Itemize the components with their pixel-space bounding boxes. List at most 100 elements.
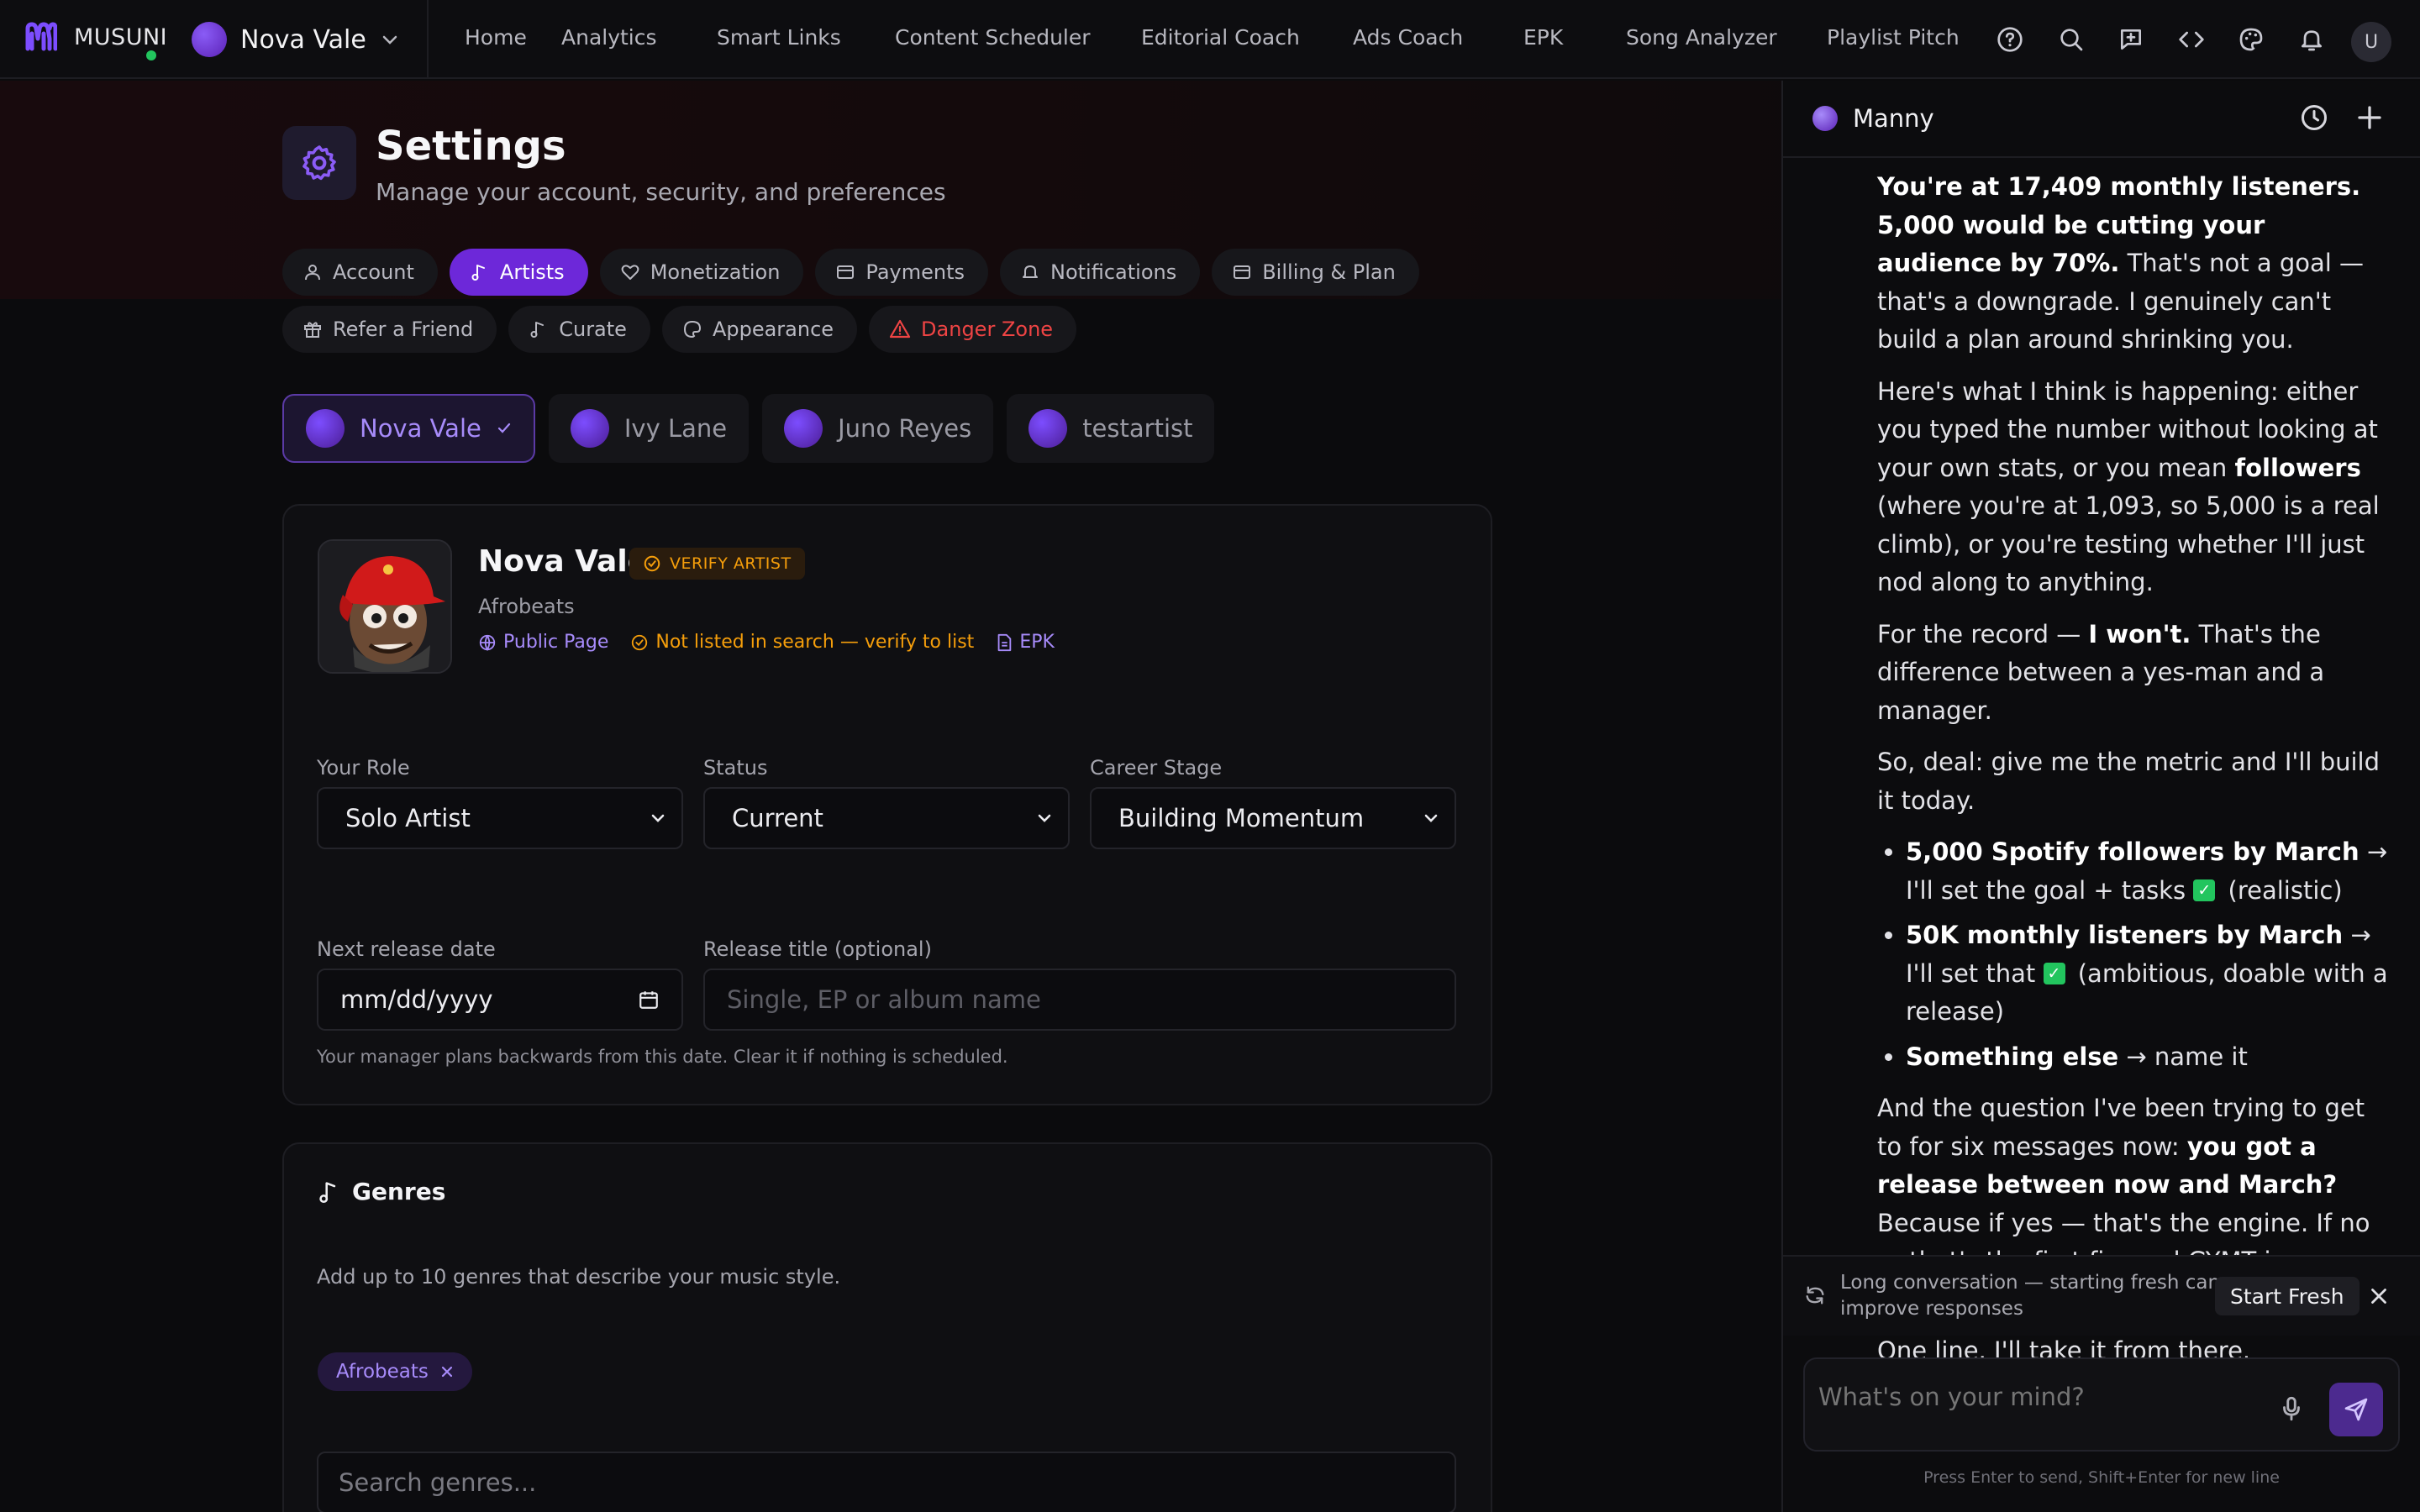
music-note-icon (471, 265, 485, 281)
nav-link-epk[interactable]: EPK (1523, 25, 1563, 50)
music-note-icon (319, 1181, 336, 1203)
release-date-value: mm/dd/yyyy (340, 985, 493, 1014)
genre-search-input[interactable]: Search genres... (317, 1452, 1456, 1512)
message-emphasis: 50K monthly listeners by March (1906, 921, 2344, 949)
check-circle-icon (644, 555, 660, 572)
list-item: 50K monthly listeners by March → I'll se… (1906, 916, 2395, 1032)
chat-input[interactable] (1818, 1383, 2238, 1411)
nav-link-analytics[interactable]: Analytics (561, 25, 657, 50)
role-select[interactable]: Solo Artist (317, 787, 683, 849)
tab-curate[interactable]: Curate (508, 306, 650, 353)
history-icon[interactable] (2299, 102, 2329, 133)
message-text: For the record — (1877, 619, 2089, 648)
search-icon[interactable] (2055, 24, 2087, 55)
artist-pill-label: Nova Vale (360, 414, 481, 443)
search-status-label: Not listed in search — verify to list (655, 632, 975, 653)
artist-pill-ivy-lane[interactable]: Ivy Lane (548, 394, 750, 463)
nav-link-ads-coach[interactable]: Ads Coach (1353, 25, 1463, 50)
chevron-down-icon (651, 814, 665, 822)
user-avatar[interactable]: U (2351, 22, 2391, 62)
release-date-input[interactable]: mm/dd/yyyy (317, 969, 683, 1031)
release-title-label: Release title (optional) (703, 937, 932, 961)
credit-card-icon (1234, 265, 1251, 279)
nav-link-content-scheduler[interactable]: Content Scheduler (895, 25, 1091, 50)
verify-artist-badge[interactable]: VERIFY ARTIST (629, 548, 805, 580)
check-circle-icon (632, 634, 648, 650)
settings-tabs-row-1: Account Artists Monetization Payments No… (282, 249, 1419, 296)
tab-artists[interactable]: Artists (449, 249, 588, 296)
send-button[interactable] (2329, 1383, 2383, 1436)
epk-label: EPK (1019, 632, 1055, 653)
verify-to-list-link[interactable]: Not listed in search — verify to list (630, 632, 974, 653)
new-chat-plus-icon[interactable] (2354, 102, 2385, 133)
career-stage-value: Building Momentum (1118, 804, 1365, 832)
release-title-input[interactable]: Single, EP or album name (703, 969, 1456, 1031)
tab-label: Danger Zone (921, 318, 1054, 341)
artist-pill-testartist[interactable]: testartist (1007, 394, 1215, 463)
artist-name: Nova Vale (478, 544, 649, 579)
tab-label: Refer a Friend (333, 318, 474, 341)
genre-search-placeholder: Search genres... (339, 1468, 537, 1497)
code-icon[interactable] (2175, 24, 2207, 55)
tab-appearance[interactable]: Appearance (661, 306, 858, 353)
check-emoji-icon: ✓ (2043, 962, 2065, 984)
message-emphasis: 5,000 Spotify followers by March (1906, 837, 2360, 866)
artist-genre: Afrobeats (478, 595, 575, 618)
artist-pill-juno-reyes[interactable]: Juno Reyes (762, 394, 994, 463)
public-page-link[interactable]: Public Page (478, 632, 608, 653)
help-circle-icon[interactable] (1994, 24, 2026, 55)
artist-profile-image[interactable] (318, 539, 452, 674)
tab-billing-plan[interactable]: Billing & Plan (1212, 249, 1419, 296)
artist-pill-nova-vale[interactable]: Nova Vale (282, 394, 535, 463)
message-emphasis: followers (2234, 453, 2361, 482)
nav-link-smart-links[interactable]: Smart Links (717, 25, 841, 50)
microphone-icon[interactable] (2277, 1394, 2306, 1423)
nav-link-playlist-pitch[interactable]: Playlist Pitch (1827, 25, 1960, 50)
nav-link-home[interactable]: Home (465, 25, 527, 50)
close-icon[interactable] (440, 1365, 454, 1378)
close-icon[interactable] (2366, 1284, 2391, 1309)
nav-link-song-analyzer[interactable]: Song Analyzer (1626, 25, 1777, 50)
message-paragraph: Here's what I think is happening: either… (1877, 373, 2395, 602)
globe-icon (479, 634, 496, 651)
artist-pill-label: Ivy Lane (623, 414, 728, 443)
settings-gear-icon (282, 126, 356, 200)
career-stage-label: Career Stage (1090, 756, 1223, 780)
nav-link-editorial-coach[interactable]: Editorial Coach (1141, 25, 1300, 50)
tab-notifications[interactable]: Notifications (1000, 249, 1201, 296)
palette-icon[interactable] (2235, 24, 2267, 55)
artist-avatar (784, 409, 823, 448)
nav-divider (427, 0, 429, 79)
credit-card-icon (837, 265, 855, 279)
genres-title: Genres (352, 1178, 446, 1205)
tab-payments[interactable]: Payments (815, 249, 988, 296)
artist-selector: Nova Vale Ivy Lane Juno Reyes testartist (282, 394, 1215, 463)
page-title: Settings (376, 123, 566, 170)
assistant-name: Manny (1853, 104, 1934, 133)
artist-avatar (570, 409, 609, 448)
tab-danger-zone[interactable]: Danger Zone (869, 306, 1077, 353)
feedback-icon[interactable] (2115, 24, 2147, 55)
epk-link[interactable]: EPK (996, 632, 1055, 653)
brand[interactable]: MUSUNI (25, 22, 167, 52)
tab-monetization[interactable]: Monetization (599, 249, 804, 296)
bell-icon[interactable] (2296, 24, 2328, 55)
status-select[interactable]: Current (703, 787, 1070, 849)
calendar-icon (639, 991, 658, 1009)
user-icon (305, 265, 320, 281)
checkmark-icon (497, 423, 510, 433)
chevron-down-icon (1424, 814, 1438, 822)
palette-icon (683, 320, 701, 339)
start-fresh-button[interactable]: Start Fresh (2215, 1277, 2360, 1315)
online-status-dot (146, 50, 156, 60)
genre-chip-label: Afrobeats (336, 1361, 429, 1383)
tab-account[interactable]: Account (282, 249, 438, 296)
tab-refer-a-friend[interactable]: Refer a Friend (282, 306, 497, 353)
career-stage-select[interactable]: Building Momentum (1090, 787, 1456, 849)
message-paragraph: So, deal: give me the metric and I'll bu… (1877, 748, 2381, 815)
tab-label: Monetization (650, 260, 781, 284)
public-page-label: Public Page (503, 632, 609, 653)
brand-name: MUSUNI (74, 24, 168, 50)
assistant-message: You're at 17,409 monthly listeners. 5,00… (1877, 168, 2395, 1384)
artist-switcher[interactable]: Nova Vale (192, 18, 400, 60)
